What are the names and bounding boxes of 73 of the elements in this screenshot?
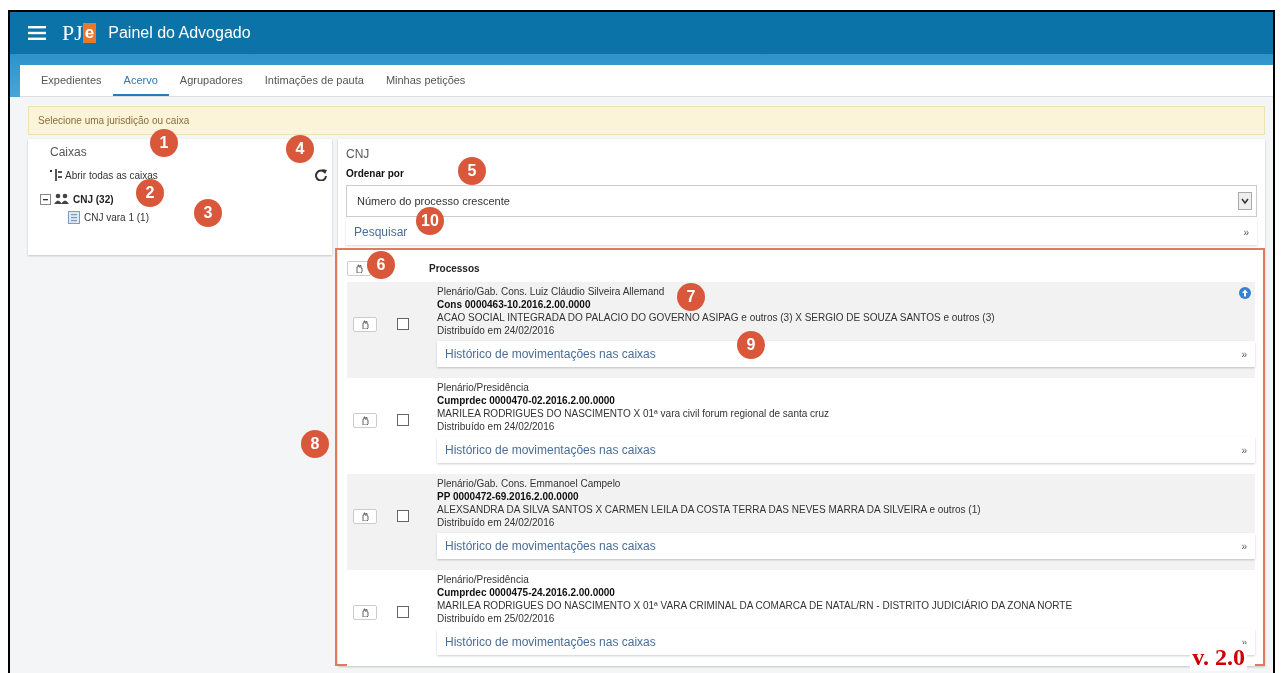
tab[interactable]: Expedientes	[30, 65, 113, 96]
history-toggle[interactable]: Histórico de movimentações nas caixas	[445, 443, 656, 457]
select-all-button[interactable]	[347, 260, 371, 276]
checkbox[interactable]	[397, 318, 409, 330]
hand-icon	[361, 607, 369, 617]
column-header: Processos	[429, 262, 480, 274]
menu-icon	[28, 26, 46, 40]
tree-item[interactable]: CNJ vara 1 (1)	[84, 212, 149, 223]
collapse-icon[interactable]	[40, 193, 51, 205]
callout-marker: 4	[286, 135, 314, 163]
organ-label: Plenário/Gab. Cons. Luiz Cláudio Silveira Allemand	[437, 285, 665, 298]
process-number[interactable]: Cumprdec 0000475-24.2016.2.00.0000	[437, 587, 615, 598]
date-text: Distribuído em 25/02/2016	[437, 612, 555, 625]
history-toggle[interactable]: Histórico de movimentações nas caixas	[445, 347, 656, 361]
date-text: Distribuído em 24/02/2016	[437, 516, 555, 529]
date-text: Distribuído em 24/02/2016	[437, 420, 555, 433]
select-button[interactable]	[353, 604, 377, 620]
date-text: Distribuído em 24/02/2016	[437, 324, 555, 337]
tab[interactable]: Minhas petições	[374, 65, 477, 96]
search-toggle[interactable]: Pesquisar	[354, 225, 408, 239]
process-number[interactable]: Cons 0000463-10.2016.2.00.0000	[437, 299, 591, 310]
callout-marker: 10	[416, 207, 444, 235]
parties-text: ACAO SOCIAL INTEGRADA DO PALACIO DO GOVERNO ASIPAG e outros (3) X SERGIO DE SOUZA SANTOS e outros (3)	[437, 311, 995, 324]
people-icon	[54, 193, 70, 205]
checkbox[interactable]	[397, 510, 409, 522]
callout-marker: 5	[458, 157, 486, 185]
hand-icon	[361, 415, 369, 425]
panel-title: CNJ	[346, 147, 371, 161]
select-button[interactable]	[353, 508, 377, 524]
process-number[interactable]: PP 0000472-69.2016.2.00.0000	[437, 491, 579, 502]
organ-label: Plenário/Presidência	[437, 381, 529, 394]
select-button[interactable]	[353, 412, 377, 428]
callout-marker: 3	[194, 199, 222, 227]
callout-marker: 9	[737, 331, 765, 359]
chevron-icon[interactable]: »	[1241, 540, 1247, 552]
select-button[interactable]	[353, 316, 377, 332]
alert-message: Selecione uma jurisdição ou caixa	[28, 106, 1265, 135]
refresh-icon	[315, 169, 327, 181]
checkbox[interactable]	[397, 606, 409, 618]
chevron-icon[interactable]: »	[1241, 348, 1247, 360]
tab[interactable]: Acervo	[112, 65, 169, 96]
field-label: Ordenar por	[346, 168, 404, 179]
dropdown-caret-icon	[1238, 192, 1252, 210]
document-icon	[68, 211, 80, 224]
tree-item[interactable]: CNJ (32)	[73, 193, 114, 205]
history-toggle[interactable]: Histórico de movimentações nas caixas	[445, 635, 656, 649]
tree-expand-icon	[50, 169, 62, 181]
parties-text: MARILEA RODRIGUES DO NASCIMENTO X 01ª vara civil forum regional de santa cruz	[437, 407, 829, 420]
organ-label: Plenário/Presidência	[437, 573, 529, 586]
page-title: Painel do Advogado	[108, 24, 251, 42]
chevron-icon[interactable]: »	[1241, 444, 1247, 456]
process-number[interactable]: Cumprdec 0000470-02.2016.2.00.0000	[437, 395, 615, 406]
logo: PJe	[62, 20, 97, 46]
refresh-button[interactable]	[315, 169, 327, 181]
parties-text: ALEXSANDRA DA SILVA SANTOS X CARMEN LEILA DA COSTA TERRA DAS NEVES MARRA DA SILVEIRA e outros (1)	[437, 503, 981, 516]
checkbox[interactable]	[397, 414, 409, 426]
panel-title: Caixas	[50, 145, 87, 159]
hand-icon	[361, 511, 369, 521]
callout-marker: 2	[136, 179, 164, 207]
tab[interactable]: Agrupadores	[168, 65, 254, 96]
chevron-icon[interactable]: »	[1243, 226, 1249, 238]
callout-marker: 6	[367, 251, 395, 279]
history-toggle[interactable]: Histórico de movimentações nas caixas	[445, 539, 656, 553]
tab[interactable]: Intimações de pauta	[253, 65, 375, 96]
organ-label: Plenário/Gab. Cons. Emmanoel Campelo	[437, 477, 621, 490]
open-all-link[interactable]: Abrir todas as caixas	[50, 169, 158, 181]
hand-icon	[361, 319, 369, 329]
callout-marker: 1	[150, 129, 178, 157]
hand-icon	[355, 263, 363, 273]
callout-marker: 7	[677, 283, 705, 311]
callout-marker: 8	[301, 430, 329, 458]
parties-text: MARILEA RODRIGUES DO NASCIMENTO X 01ª VARA CRIMINAL DA COMARCA DE NATAL/RN - DISTRITO JUDICIÁRIO DA ZONA NORTE	[437, 599, 1073, 612]
version-label: v. 2.0	[1190, 644, 1247, 671]
